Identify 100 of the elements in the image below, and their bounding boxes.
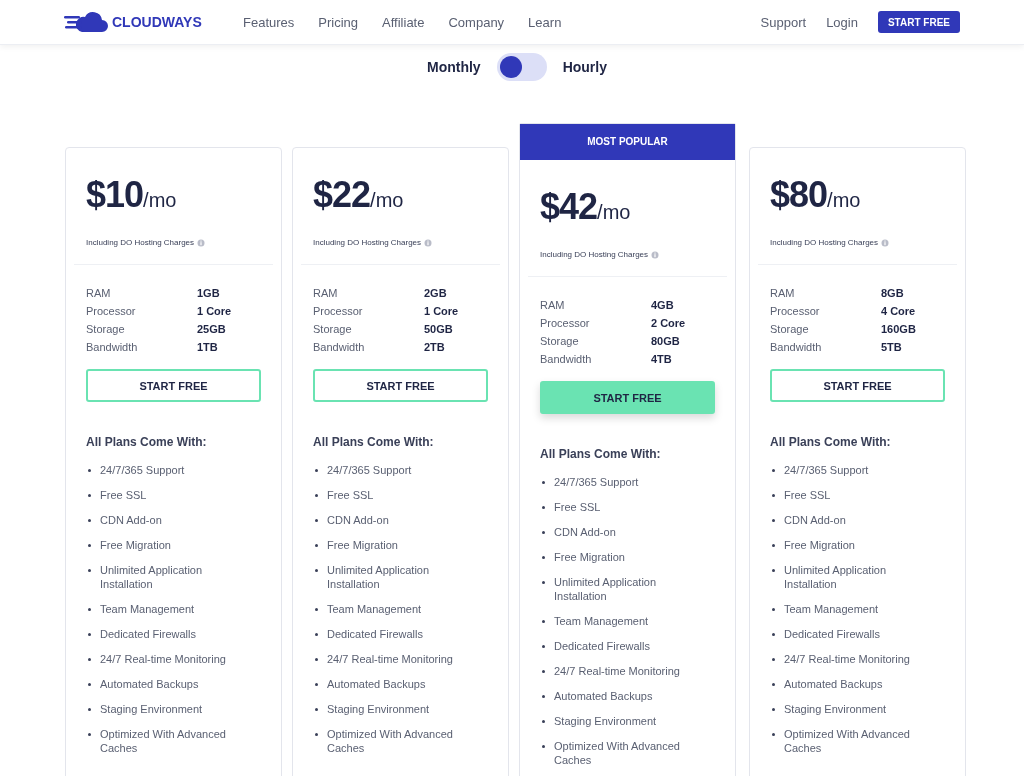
bullet-icon <box>542 695 545 698</box>
bullet-icon <box>772 683 775 686</box>
price-unit: /mo <box>143 189 177 212</box>
bullet-icon <box>772 519 775 522</box>
spec-label: RAM <box>770 287 796 299</box>
feature-item: Staging Environment <box>784 702 887 716</box>
bullet-icon <box>772 733 775 736</box>
hosting-note: Including DO Hosting Charges <box>540 250 649 259</box>
feature-item: Free Migration <box>100 538 171 552</box>
bullet-icon <box>542 581 545 584</box>
spec-label: Processor <box>313 305 364 317</box>
bullet-icon <box>542 481 545 484</box>
feature-item: Staging Environment <box>554 714 657 728</box>
feature-item: Free SSL <box>327 488 374 502</box>
feature-item: Unlimited Application Installation <box>784 563 888 591</box>
spec-label: Storage <box>86 323 126 335</box>
hosting-note: Including DO Hosting Charges <box>313 238 422 247</box>
bullet-icon <box>315 544 318 547</box>
billing-toggle[interactable] <box>496 53 547 81</box>
feature-item: CDN Add-on <box>784 513 846 527</box>
spec-label: Processor <box>86 305 137 317</box>
price-unit: /mo <box>370 189 404 212</box>
brand-name[interactable]: CLOUDWAYS <box>112 14 202 30</box>
bullet-icon <box>542 556 545 559</box>
info-icon[interactable] <box>424 238 433 247</box>
feature-item: Automated Backups <box>327 677 426 691</box>
price: $80 <box>770 174 828 216</box>
feature-item: 24/7 Real-time Monitoring <box>327 652 453 666</box>
feature-item: 24/7 Real-time Monitoring <box>100 652 226 666</box>
bullet-icon <box>315 569 318 572</box>
features-heading: All Plans Come With: <box>540 447 662 461</box>
bullet-icon <box>88 569 91 572</box>
bullet-icon <box>772 544 775 547</box>
hourly-label: Hourly <box>562 59 607 75</box>
spec-label: Storage <box>313 323 353 335</box>
bullet-icon <box>315 683 318 686</box>
bullet-icon <box>88 519 91 522</box>
bullet-icon <box>315 733 318 736</box>
feature-item: Team Management <box>554 614 649 628</box>
start-free-button[interactable]: START FREE <box>540 381 715 414</box>
feature-item: Automated Backups <box>784 677 883 691</box>
spec-value: 1TB <box>197 341 219 353</box>
bullet-icon <box>88 494 91 497</box>
bullet-icon <box>315 494 318 497</box>
feature-item: Unlimited Application Installation <box>327 563 431 591</box>
feature-item: Optimized With Advanced Caches <box>327 727 454 755</box>
bullet-icon <box>315 519 318 522</box>
nav-link[interactable]: Pricing <box>318 14 359 30</box>
bullet-icon <box>772 708 775 711</box>
info-icon[interactable] <box>881 238 890 247</box>
bullet-icon <box>88 544 91 547</box>
nav-link[interactable]: Features <box>243 14 295 30</box>
price: $42 <box>540 186 598 228</box>
nav-link[interactable]: Company <box>448 14 505 30</box>
feature-item: 24/7 Real-time Monitoring <box>784 652 910 666</box>
start-free-button[interactable]: START FREE <box>770 369 945 402</box>
spec-value: 25GB <box>197 323 227 335</box>
monthly-label: Monthly <box>427 59 481 75</box>
feature-item: Optimized With Advanced Caches <box>100 727 227 755</box>
nav-link[interactable]: Support <box>760 14 807 30</box>
cloud-logo-icon[interactable] <box>64 10 108 34</box>
start-free-button[interactable]: START FREE <box>877 11 960 33</box>
info-icon[interactable] <box>197 238 206 247</box>
most-popular-banner: MOST POPULAR <box>520 124 735 160</box>
feature-item: Unlimited Application Installation <box>554 575 658 603</box>
feature-item: Dedicated Firewalls <box>784 627 880 641</box>
feature-item: 24/7 Real-time Monitoring <box>554 664 680 678</box>
spec-label: Bandwidth <box>86 341 139 353</box>
bullet-icon <box>542 620 545 623</box>
spec-value: 160GB <box>881 323 917 335</box>
spec-value: 4GB <box>651 299 675 311</box>
bullet-icon <box>542 531 545 534</box>
spec-value: 2 Core <box>651 317 687 329</box>
nav-link[interactable]: Login <box>826 14 858 30</box>
feature-item: Unlimited Application Installation <box>100 563 204 591</box>
spec-value: 4 Core <box>881 305 917 317</box>
feature-item: CDN Add-on <box>327 513 389 527</box>
bullet-icon <box>88 708 91 711</box>
spec-label: Bandwidth <box>770 341 823 353</box>
spec-value: 2TB <box>424 341 446 353</box>
feature-item: 24/7/365 Support <box>554 475 639 489</box>
spec-value: 1GB <box>197 287 221 299</box>
bullet-icon <box>772 494 775 497</box>
feature-item: Automated Backups <box>554 689 653 703</box>
start-free-button[interactable]: START FREE <box>313 369 488 402</box>
feature-item: Free Migration <box>784 538 855 552</box>
feature-item: Team Management <box>327 602 422 616</box>
features-heading: All Plans Come With: <box>86 435 208 449</box>
feature-item: Dedicated Firewalls <box>100 627 196 641</box>
nav-link[interactable]: Affiliate <box>382 14 425 30</box>
info-icon[interactable] <box>651 250 660 259</box>
feature-item: Free SSL <box>784 488 831 502</box>
bullet-icon <box>88 683 91 686</box>
spec-label: Storage <box>770 323 810 335</box>
start-free-button[interactable]: START FREE <box>86 369 261 402</box>
spec-label: Storage <box>540 335 580 347</box>
feature-item: 24/7/365 Support <box>784 463 869 477</box>
spec-label: Processor <box>540 317 591 329</box>
nav-link[interactable]: Learn <box>528 14 562 30</box>
bullet-icon <box>315 633 318 636</box>
